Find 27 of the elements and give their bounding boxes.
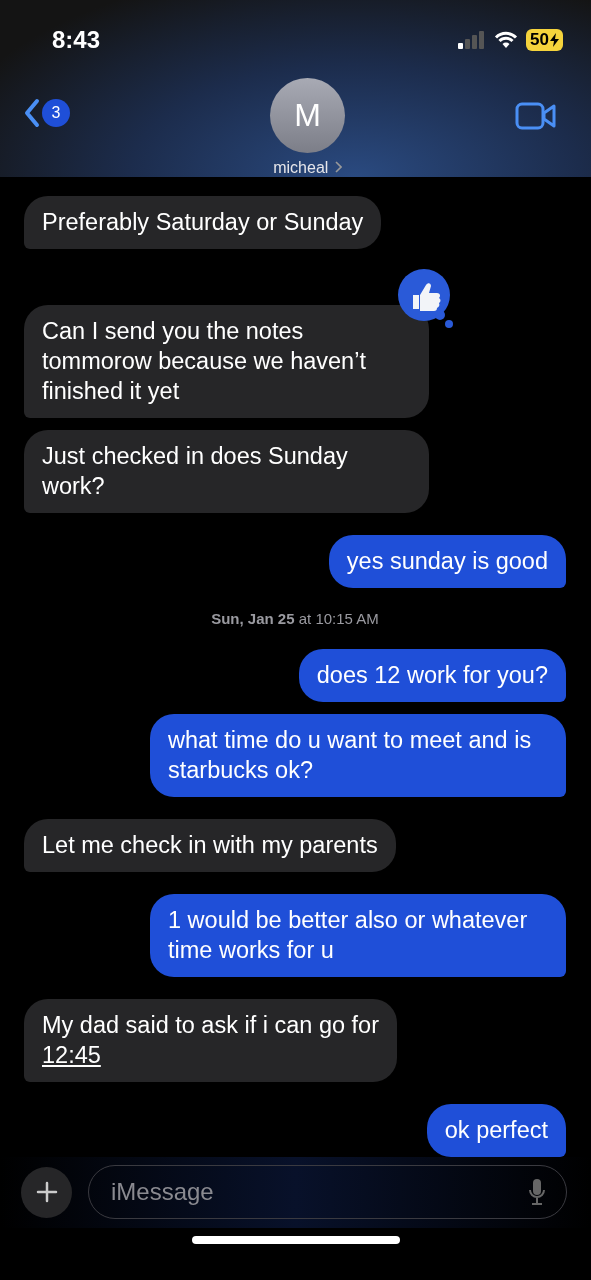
back-chevron-icon[interactable] <box>24 98 40 128</box>
battery-level: 50 <box>526 29 563 51</box>
signal-icon <box>458 31 487 49</box>
message-bubble: ok perfect <box>426 1104 566 1157</box>
video-call-icon[interactable] <box>515 102 557 130</box>
message-bubble: 1 would be better also or whatever time works for u <box>150 894 566 977</box>
home-indicator[interactable] <box>191 1235 400 1244</box>
unread-badge: 3 <box>42 99 70 127</box>
add-button[interactable] <box>21 1166 72 1218</box>
timestamp: Sun, Jan 25 at 10:15 AM <box>211 610 379 627</box>
message-bubble: does 12 work for you? <box>298 649 566 702</box>
back-button[interactable]: 3 <box>24 98 70 128</box>
contact-name[interactable]: micheal <box>273 159 342 177</box>
time-link[interactable]: 12:45 <box>42 1042 101 1068</box>
message-bubble: Can I send you the notes tommorow because we haven’t finished it yet <box>24 305 429 418</box>
message-bubble: Preferably Saturday or Sunday <box>24 196 382 249</box>
plus-icon[interactable] <box>35 1181 58 1204</box>
chevron-right-icon[interactable] <box>334 161 342 173</box>
message-bubble: My dad said to ask if i can go for 12:45 <box>24 999 397 1082</box>
message-bubble: Let me check in with my parents <box>24 819 396 872</box>
status-time: 8:43 <box>52 26 101 54</box>
microphone-icon[interactable] <box>528 1178 546 1207</box>
charging-bolt-icon <box>550 33 559 47</box>
message-bubble: what time do u want to meet and is starbucks ok? <box>150 714 566 797</box>
message-bubble: yes sunday is good <box>328 535 566 588</box>
message-bubble: Just checked in does Sunday work? <box>24 430 429 513</box>
wifi-icon <box>494 31 519 49</box>
